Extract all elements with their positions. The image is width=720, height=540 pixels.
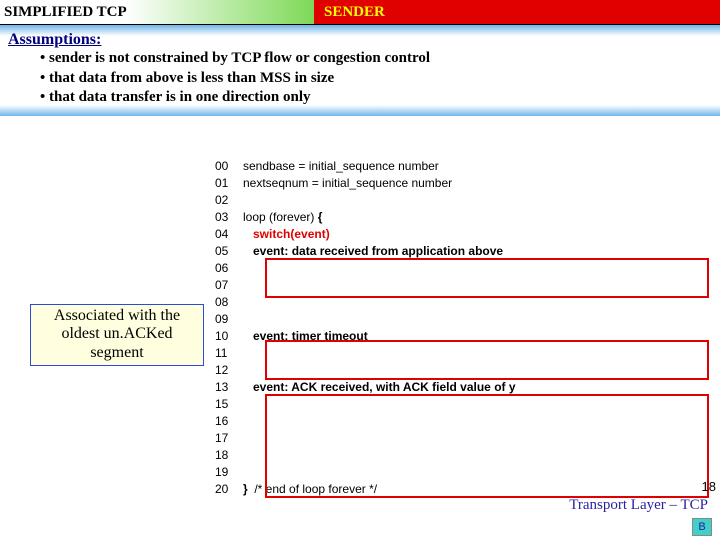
- code-text: sendbase = initial_sequence number: [243, 158, 439, 175]
- assumption-item: • that data transfer is in one direction…: [40, 88, 712, 108]
- line-number: 06: [215, 260, 243, 277]
- line-number: 13: [215, 379, 243, 396]
- switch-keyword: switch(event): [243, 226, 330, 243]
- assumptions-title: Assumptions:: [8, 31, 712, 49]
- assumption-item: • that data from above is less than MSS …: [40, 69, 712, 89]
- assoc-line: oldest un.ACKed: [31, 325, 203, 343]
- line-number: 11: [215, 345, 243, 362]
- code-text: loop (forever): [243, 209, 318, 226]
- associated-callout: Associated with the oldest un.ACKed segm…: [30, 304, 204, 366]
- line-number: 02: [215, 192, 243, 209]
- footer-label: Transport Layer – TCP: [569, 497, 708, 514]
- redbox-timer-timeout: [265, 340, 709, 380]
- code-text: nextseqnum = initial_sequence number: [243, 175, 452, 192]
- brace-open: {: [318, 209, 323, 226]
- line-number: 00: [215, 158, 243, 175]
- page-number: 18: [702, 479, 716, 494]
- header-bar: SIMPLIFIED TCP SENDER: [0, 0, 720, 25]
- line-number: 07: [215, 277, 243, 294]
- assoc-line: segment: [31, 344, 203, 362]
- assoc-line: Associated with the: [31, 307, 203, 325]
- line-number: 04: [215, 226, 243, 243]
- redbox-segment-create: [265, 258, 709, 298]
- line-number: 01: [215, 175, 243, 192]
- line-number: 17: [215, 430, 243, 447]
- line-number: 03: [215, 209, 243, 226]
- line-number: 18: [215, 447, 243, 464]
- line-number: 19: [215, 464, 243, 481]
- line-number: 09: [215, 311, 243, 328]
- title-left: SIMPLIFIED TCP: [0, 0, 314, 24]
- assumptions-block: Assumptions: • sender is not constrained…: [0, 25, 720, 116]
- assumption-item: • sender is not constrained by TCP flow …: [40, 49, 712, 69]
- line-number: 16: [215, 413, 243, 430]
- line-number: 12: [215, 362, 243, 379]
- line-number: 15: [215, 396, 243, 413]
- title-right: SENDER: [314, 0, 720, 24]
- line-number: 20: [215, 481, 243, 498]
- line-number: 08: [215, 294, 243, 311]
- b-badge: B: [692, 518, 712, 536]
- redbox-ack-received: [265, 394, 709, 498]
- line-number: 05: [215, 243, 243, 260]
- line-number: 10: [215, 328, 243, 345]
